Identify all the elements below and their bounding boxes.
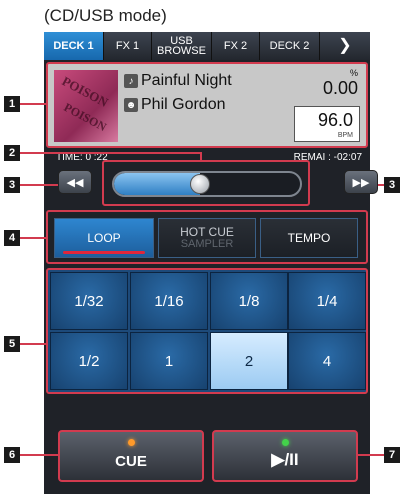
loop-pad-1-32[interactable]: 1/32 <box>50 272 128 330</box>
tab-deck-2[interactable]: DECK 2 <box>260 32 320 60</box>
tab-bar: DECK 1 FX 1 USB BROWSE FX 2 DECK 2 ❯ <box>44 32 370 60</box>
seek-progress <box>114 173 200 195</box>
bpm-value: 96.0 <box>317 110 353 130</box>
sampler-label: SAMPLER <box>180 238 234 250</box>
track-title: Painful Night <box>141 72 232 89</box>
loop-pad-2[interactable]: 2 <box>210 332 288 390</box>
bpm-display: 96.0 BPM <box>294 106 360 142</box>
callout-line <box>20 103 46 105</box>
callout-line <box>200 152 202 160</box>
loop-mode-label: LOOP <box>87 231 121 245</box>
play-pause-label: ▶/II <box>271 450 299 469</box>
seek-knob[interactable] <box>190 174 210 194</box>
play-led-icon <box>282 439 289 446</box>
callout-line <box>378 184 384 186</box>
loop-mode-button[interactable]: LOOP <box>54 218 154 258</box>
tab-deck-1[interactable]: DECK 1 <box>44 32 104 60</box>
callout-5: 5 <box>4 336 20 352</box>
tab-usb-browse[interactable]: USB BROWSE <box>152 32 212 60</box>
hot-cue-label: HOT CUE <box>180 225 234 239</box>
loop-pad-1-2[interactable]: 1/2 <box>50 332 128 390</box>
loop-pad-1-4[interactable]: 1/4 <box>288 272 366 330</box>
hot-cue-mode-button[interactable]: HOT CUE SAMPLER <box>158 218 256 258</box>
next-track-button[interactable]: ▶▶ <box>344 170 378 194</box>
callout-line <box>20 237 46 239</box>
music-note-icon: ♪ <box>124 74 138 88</box>
tempo-label: TEMPO <box>287 231 331 245</box>
loop-pad-1-16[interactable]: 1/16 <box>130 272 208 330</box>
active-indicator <box>63 251 145 254</box>
callout-line <box>358 454 384 456</box>
seek-area <box>102 160 310 206</box>
callout-line <box>20 454 58 456</box>
loop-pad-4[interactable]: 4 <box>288 332 366 390</box>
tempo-mode-button[interactable]: TEMPO <box>260 218 358 258</box>
previous-track-button[interactable]: ◀◀ <box>58 170 92 194</box>
callout-4: 4 <box>4 230 20 246</box>
bpm-unit: BPM <box>337 132 353 139</box>
loop-pad-grid: 1/32 1/16 1/8 1/4 1/2 1 2 4 <box>46 268 368 394</box>
track-artist: Phil Gordon <box>141 96 226 113</box>
play-pause-button[interactable]: ▶/II <box>212 430 358 482</box>
tab-fx-1[interactable]: FX 1 <box>104 32 152 60</box>
callout-3-right: 3 <box>384 177 400 193</box>
loop-pad-1-8[interactable]: 1/8 <box>210 272 288 330</box>
track-artist-row: ☻ Phil Gordon <box>124 96 226 114</box>
cue-led-icon <box>128 439 135 446</box>
callout-line <box>20 184 58 186</box>
callout-line <box>20 343 46 345</box>
track-title-row: ♪ Painful Night <box>124 72 232 90</box>
skip-previous-icon: ◀◀ <box>66 176 84 189</box>
cue-label: CUE <box>115 453 147 470</box>
track-info-panel: POISON POISON ♪ Painful Night ☻ Phil Gor… <box>46 62 368 148</box>
mode-selector: LOOP HOT CUE SAMPLER TEMPO <box>46 210 368 264</box>
screen: (CD/USB mode) DECK 1 FX 1 USB BROWSE FX … <box>0 0 404 494</box>
callout-6: 6 <box>4 447 20 463</box>
mode-caption: (CD/USB mode) <box>44 6 167 25</box>
callout-2: 2 <box>4 145 20 161</box>
callout-3-left: 3 <box>4 177 20 193</box>
callout-1: 1 <box>4 96 20 112</box>
chevron-right-icon[interactable]: ❯ <box>320 32 370 60</box>
pitch-readout: % 0.00 <box>323 68 358 99</box>
callout-line <box>20 152 202 154</box>
cue-button[interactable]: CUE <box>58 430 204 482</box>
person-icon: ☻ <box>124 98 138 112</box>
callout-7: 7 <box>384 447 400 463</box>
album-artwork: POISON POISON <box>54 70 118 142</box>
pitch-unit: % <box>349 68 358 78</box>
pitch-value: 0.00 <box>322 78 358 98</box>
skip-next-icon: ▶▶ <box>352 176 370 189</box>
seek-bar[interactable] <box>112 171 302 197</box>
tab-fx-2[interactable]: FX 2 <box>212 32 260 60</box>
loop-pad-1[interactable]: 1 <box>130 332 208 390</box>
